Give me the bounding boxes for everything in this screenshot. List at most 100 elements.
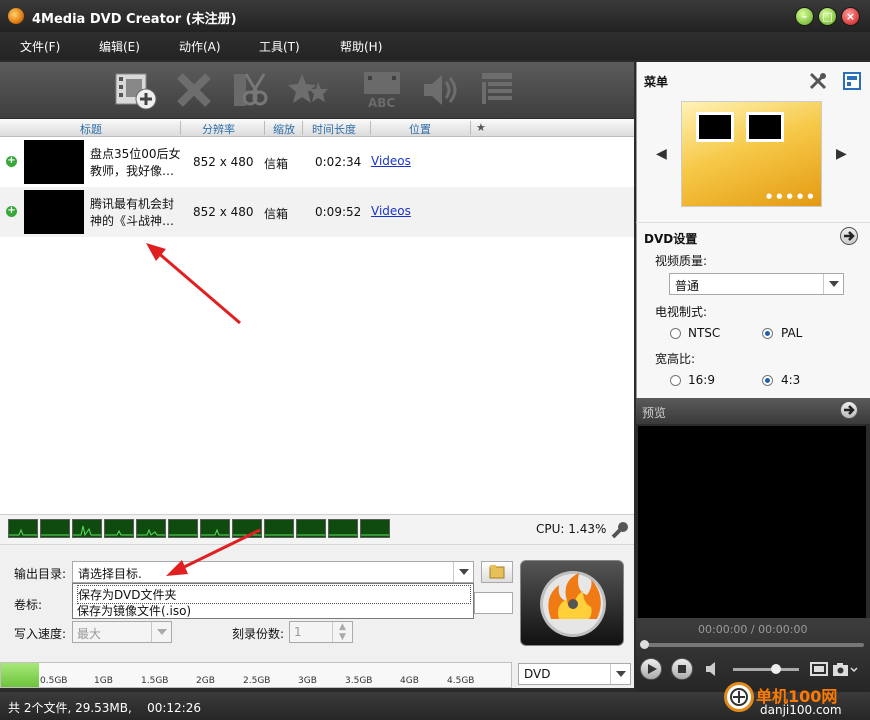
app-logo-icon bbox=[8, 8, 24, 24]
stepper-arrows-icon[interactable]: ▲ ▼ bbox=[332, 622, 352, 642]
play-button[interactable] bbox=[640, 658, 662, 680]
file-zoom[interactable]: 信箱 bbox=[264, 205, 288, 222]
arrow-right-icon[interactable] bbox=[840, 227, 858, 245]
col-location[interactable]: 位置 bbox=[409, 121, 431, 137]
menu-action[interactable]: 动作(A) bbox=[179, 38, 221, 55]
video-thumbnail bbox=[24, 140, 84, 184]
disc-type-value: DVD bbox=[524, 667, 551, 681]
next-template-arrow[interactable]: ▶ bbox=[836, 146, 847, 162]
volume-input[interactable] bbox=[474, 592, 513, 614]
pal-radio[interactable] bbox=[762, 328, 773, 339]
ratio-4-3-radio[interactable] bbox=[762, 375, 773, 386]
tools-icon[interactable] bbox=[808, 71, 828, 91]
video-quality-label: 视频质量: bbox=[655, 254, 708, 268]
add-video-icon[interactable] bbox=[114, 70, 158, 110]
output-dir-value: 请选择目标. bbox=[78, 567, 142, 581]
menu-edit[interactable]: 编辑(E) bbox=[99, 38, 140, 55]
close-button[interactable]: × bbox=[841, 7, 860, 26]
cap-tick: 1GB bbox=[94, 676, 113, 686]
file-zoom[interactable]: 信箱 bbox=[264, 155, 288, 172]
menu-file[interactable]: 文件(F) bbox=[20, 38, 60, 55]
file-duration: 0:09:52 bbox=[315, 205, 362, 219]
cap-tick: 3GB bbox=[298, 676, 317, 686]
ratio-4-3-label: 4:3 bbox=[781, 373, 801, 387]
template-thumb bbox=[746, 112, 784, 142]
chevron-down-icon[interactable] bbox=[151, 622, 171, 642]
preview-title: 预览 bbox=[642, 406, 667, 420]
cap-tick: 4GB bbox=[400, 676, 419, 686]
menu-help[interactable]: 帮助(H) bbox=[340, 38, 382, 55]
preview-time: 00:00:00 / 00:00:00 bbox=[698, 623, 808, 636]
col-duration[interactable]: 时间长度 bbox=[312, 121, 356, 137]
col-resolution[interactable]: 分辨率 bbox=[202, 121, 235, 137]
stop-button[interactable] bbox=[671, 658, 693, 680]
snapshot-icon[interactable] bbox=[832, 661, 858, 677]
seek-handle[interactable] bbox=[640, 640, 649, 649]
clip-icon[interactable] bbox=[230, 70, 274, 110]
menu-tools[interactable]: 工具(T) bbox=[259, 38, 300, 55]
cap-tick: 3.5GB bbox=[345, 676, 373, 686]
volume-slider[interactable] bbox=[733, 664, 799, 674]
subtitle-icon[interactable]: ABC bbox=[360, 70, 404, 110]
table-row[interactable]: + 盘点35位00后女教师，我好像… 852 x 480 信箱 0:02:34 … bbox=[0, 137, 634, 187]
menu-panel-title: 菜单 bbox=[644, 75, 669, 89]
fullscreen-icon[interactable] bbox=[810, 661, 828, 677]
output-dir-label: 输出目录: bbox=[14, 567, 67, 581]
cpu-meter bbox=[296, 519, 326, 538]
volume-label: 卷标: bbox=[14, 598, 43, 612]
col-star[interactable]: ★ bbox=[476, 121, 486, 134]
write-speed-select[interactable]: 最大 bbox=[72, 621, 172, 643]
menu-template-preview[interactable]: ● ● ● ● ● bbox=[681, 101, 822, 207]
cpu-monitor: CPU: 1.43% bbox=[0, 514, 634, 544]
chevron-down-icon[interactable] bbox=[610, 664, 630, 684]
option-iso-file[interactable]: 保存为镜像文件(.iso) bbox=[77, 602, 191, 619]
file-location-link[interactable]: Videos bbox=[371, 204, 411, 218]
disc-type-select[interactable]: DVD bbox=[518, 663, 631, 685]
video-quality-select[interactable]: 普通 bbox=[669, 273, 844, 295]
file-list: + 盘点35位00后女教师，我好像… 852 x 480 信箱 0:02:34 … bbox=[0, 137, 634, 514]
cpu-meter bbox=[360, 519, 390, 538]
file-list-header: 标题 分辨率 缩放 时间长度 位置 ★ bbox=[0, 119, 634, 137]
effect-icon[interactable] bbox=[288, 70, 332, 110]
file-duration: 0:02:34 bbox=[315, 155, 362, 169]
delete-icon[interactable] bbox=[172, 70, 216, 110]
col-title[interactable]: 标题 bbox=[80, 121, 102, 137]
cpu-meter bbox=[328, 519, 358, 538]
layout-icon[interactable] bbox=[843, 72, 861, 90]
copies-stepper[interactable]: 1 ▲ ▼ bbox=[289, 621, 353, 643]
audio-icon[interactable] bbox=[418, 70, 462, 110]
chevron-down-icon[interactable] bbox=[823, 274, 843, 294]
burn-button[interactable] bbox=[520, 560, 624, 646]
video-thumbnail bbox=[24, 190, 84, 234]
volume-icon[interactable] bbox=[705, 661, 721, 677]
file-title: 盘点35位00后女教师，我好像… bbox=[90, 147, 181, 178]
volume-handle[interactable] bbox=[771, 664, 781, 674]
cpu-meter bbox=[40, 519, 70, 538]
file-location-link[interactable]: Videos bbox=[371, 154, 411, 168]
col-zoom[interactable]: 缩放 bbox=[273, 121, 295, 137]
ratio-16-9-radio[interactable] bbox=[670, 375, 681, 386]
maximize-button[interactable]: □ bbox=[818, 7, 837, 26]
prev-template-arrow[interactable]: ◀ bbox=[656, 146, 667, 162]
ntsc-radio[interactable] bbox=[670, 328, 681, 339]
status-text: 共 2个文件, 29.53MB, 00:12:26 bbox=[8, 701, 201, 715]
file-resolution: 852 x 480 bbox=[193, 155, 254, 169]
output-dir-dropdown-list: 保存为DVD文件夹 保存为镜像文件(.iso) bbox=[72, 583, 474, 619]
chapter-icon[interactable] bbox=[476, 70, 520, 110]
seek-bar[interactable] bbox=[640, 640, 864, 649]
table-row[interactable]: + 腾讯最有机会封神的《斗战神… 852 x 480 信箱 0:09:52 Vi… bbox=[0, 187, 634, 237]
annotation-arrow bbox=[166, 528, 261, 576]
template-thumb bbox=[696, 112, 734, 142]
preview-expand-icon[interactable] bbox=[840, 401, 858, 419]
copies-value: 1 bbox=[294, 625, 302, 639]
file-resolution: 852 x 480 bbox=[193, 205, 254, 219]
browse-folder-button[interactable] bbox=[481, 561, 513, 583]
expand-icon[interactable]: + bbox=[6, 156, 17, 167]
preview-screen bbox=[638, 426, 866, 618]
expand-icon[interactable]: + bbox=[6, 206, 17, 217]
wrench-icon[interactable] bbox=[610, 520, 630, 540]
chevron-down-icon[interactable] bbox=[453, 562, 473, 582]
pal-label: PAL bbox=[781, 326, 803, 340]
minimize-button[interactable]: – bbox=[795, 7, 814, 26]
output-dir-select[interactable]: 请选择目标. bbox=[72, 561, 474, 583]
